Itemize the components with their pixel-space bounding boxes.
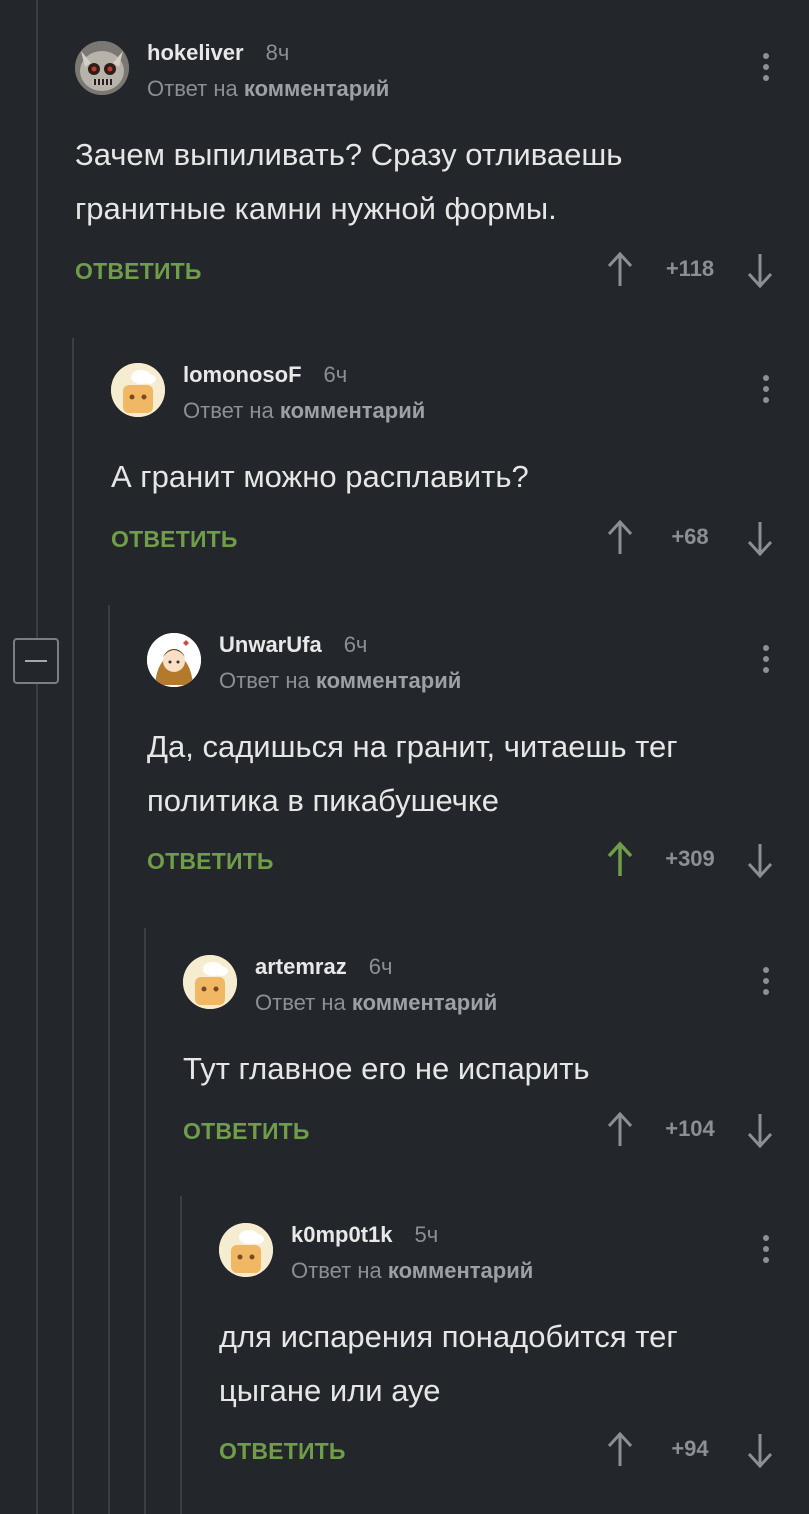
timestamp: 6ч <box>368 954 393 979</box>
upvote-arrow-icon[interactable] <box>605 250 635 290</box>
upvote-arrow-icon[interactable] <box>605 518 635 558</box>
username[interactable]: hokeliver 8ч <box>147 40 289 66</box>
upvote-arrow-icon[interactable] <box>605 840 635 880</box>
score: +68 <box>671 524 709 549</box>
collapse-thread-button[interactable] <box>13 638 59 684</box>
comment-text: Тут главное его не испарить <box>183 1051 590 1086</box>
default-avatar-icon <box>219 1223 273 1277</box>
timestamp: 6ч <box>323 362 348 387</box>
more-options-icon[interactable] <box>763 53 769 86</box>
comment-text: Зачем выпиливать? Сразу отливаешь гранит… <box>75 137 623 226</box>
upvote-arrow-icon[interactable] <box>605 1110 635 1150</box>
username[interactable]: lomonosoF 6ч <box>183 362 347 388</box>
avatar[interactable] <box>183 955 237 1009</box>
username[interactable]: k0mp0t1k 5ч <box>291 1222 438 1248</box>
thread-line <box>108 605 110 1514</box>
avatar[interactable] <box>111 363 165 417</box>
avatar[interactable] <box>219 1223 273 1277</box>
comment: artemraz 6ч Ответ на комментарий Тут глав… <box>183 952 809 1172</box>
thread-line <box>180 1196 182 1514</box>
vote-controls: +118 <box>605 250 775 290</box>
reply-button[interactable]: ОТВЕТИТЬ <box>219 1438 346 1465</box>
username[interactable]: artemraz 6ч <box>255 954 392 980</box>
downvote-arrow-icon[interactable] <box>745 1430 775 1470</box>
reply-button[interactable]: ОТВЕТИТЬ <box>147 848 274 875</box>
score: +309 <box>665 846 715 871</box>
reply-button[interactable]: ОТВЕТИТЬ <box>183 1118 310 1145</box>
thread-line <box>144 928 146 1514</box>
username[interactable]: UnwarUfa 6ч <box>219 632 367 658</box>
default-avatar-icon <box>111 363 165 417</box>
reply-to[interactable]: Ответ на комментарий <box>147 76 389 102</box>
owl-avatar-icon <box>75 41 129 95</box>
comment-text: Да, садишься на гранит, читаешь тег поли… <box>147 729 678 818</box>
reply-to[interactable]: Ответ на комментарий <box>183 398 425 424</box>
timestamp: 6ч <box>343 632 368 657</box>
reply-to[interactable]: Ответ на комментарий <box>291 1258 533 1284</box>
comment-text: А гранит можно расплавить? <box>111 459 529 494</box>
comment-text: для испарения понадобится тег цыгане или… <box>219 1319 678 1408</box>
downvote-arrow-icon[interactable] <box>745 518 775 558</box>
vote-controls: +94 <box>605 1430 775 1470</box>
downvote-arrow-icon[interactable] <box>745 840 775 880</box>
girl-avatar-icon <box>147 633 201 687</box>
comment: lomonosoF 6ч Ответ на комментарий А грани… <box>111 360 809 590</box>
vote-controls: +68 <box>605 518 775 558</box>
thread-line <box>72 338 74 1514</box>
timestamp: 8ч <box>265 40 290 65</box>
more-options-icon[interactable] <box>763 967 769 1000</box>
more-options-icon[interactable] <box>763 645 769 678</box>
minus-icon <box>25 660 47 662</box>
vote-controls: +309 <box>605 840 775 880</box>
reply-button[interactable]: ОТВЕТИТЬ <box>75 258 202 285</box>
timestamp: 5ч <box>414 1222 439 1247</box>
vote-controls: +104 <box>605 1110 775 1150</box>
reply-to[interactable]: Ответ на комментарий <box>219 668 461 694</box>
default-avatar-icon <box>183 955 237 1009</box>
avatar[interactable] <box>147 633 201 687</box>
comment: UnwarUfa 6ч Ответ на комментарий Да, сади… <box>147 630 809 900</box>
more-options-icon[interactable] <box>763 1235 769 1268</box>
score: +104 <box>665 1116 715 1141</box>
downvote-arrow-icon[interactable] <box>745 250 775 290</box>
upvote-arrow-icon[interactable] <box>605 1430 635 1470</box>
thread-line <box>36 0 38 1514</box>
comment: hokeliver 8ч Ответ на комментарий Зачем в… <box>75 38 809 318</box>
comment: k0mp0t1k 5ч Ответ на комментарий для испа… <box>219 1220 809 1510</box>
score: +118 <box>665 256 715 281</box>
avatar[interactable] <box>75 41 129 95</box>
downvote-arrow-icon[interactable] <box>745 1110 775 1150</box>
reply-to[interactable]: Ответ на комментарий <box>255 990 497 1016</box>
more-options-icon[interactable] <box>763 375 769 408</box>
reply-button[interactable]: ОТВЕТИТЬ <box>111 526 238 553</box>
score: +94 <box>671 1436 709 1461</box>
